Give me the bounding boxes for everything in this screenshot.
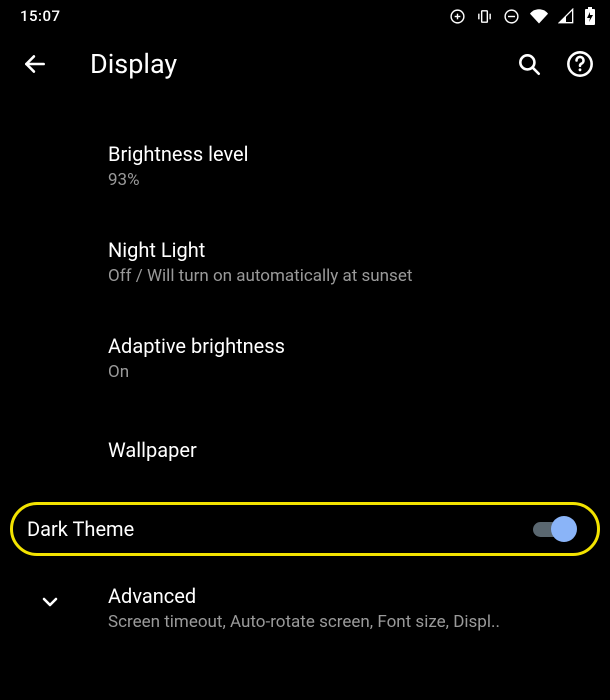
signal-icon (558, 8, 574, 24)
back-button[interactable] (22, 51, 48, 77)
row-subtitle: On (108, 362, 586, 382)
chevron-down-icon (38, 590, 62, 618)
status-bar: 15:07 (0, 0, 610, 32)
add-circle-icon (449, 8, 466, 25)
row-title: Night Light (108, 238, 586, 262)
adaptive-brightness-row[interactable]: Adaptive brightness On (0, 318, 610, 398)
row-subtitle: Screen timeout, Auto-rotate screen, Font… (108, 612, 586, 632)
row-subtitle: Off / Will turn on automatically at suns… (108, 266, 586, 286)
status-icons (449, 7, 596, 25)
advanced-row[interactable]: Advanced Screen timeout, Auto-rotate scr… (0, 556, 610, 632)
row-title: Dark Theme (27, 517, 134, 541)
page-title: Display (76, 48, 488, 80)
wallpaper-row[interactable]: Wallpaper (0, 414, 610, 486)
vibrate-icon (476, 8, 493, 25)
row-title: Advanced (108, 584, 586, 608)
dnd-icon (503, 8, 520, 25)
status-time: 15:07 (20, 7, 61, 25)
app-bar: Display (0, 32, 610, 96)
row-title: Adaptive brightness (108, 334, 586, 358)
dark-theme-toggle[interactable] (533, 517, 575, 541)
help-button[interactable] (566, 50, 594, 78)
night-light-row[interactable]: Night Light Off / Will turn on automatic… (0, 222, 610, 302)
row-title: Wallpaper (108, 438, 586, 462)
battery-charging-icon (584, 7, 596, 25)
row-title: Brightness level (108, 142, 586, 166)
toggle-thumb (551, 516, 577, 542)
brightness-level-row[interactable]: Brightness level 93% (0, 126, 610, 206)
dark-theme-row[interactable]: Dark Theme (10, 502, 600, 556)
wifi-icon (530, 7, 548, 25)
row-subtitle: 93% (108, 170, 586, 190)
search-button[interactable] (516, 51, 542, 77)
settings-list: Brightness level 93% Night Light Off / W… (0, 96, 610, 632)
